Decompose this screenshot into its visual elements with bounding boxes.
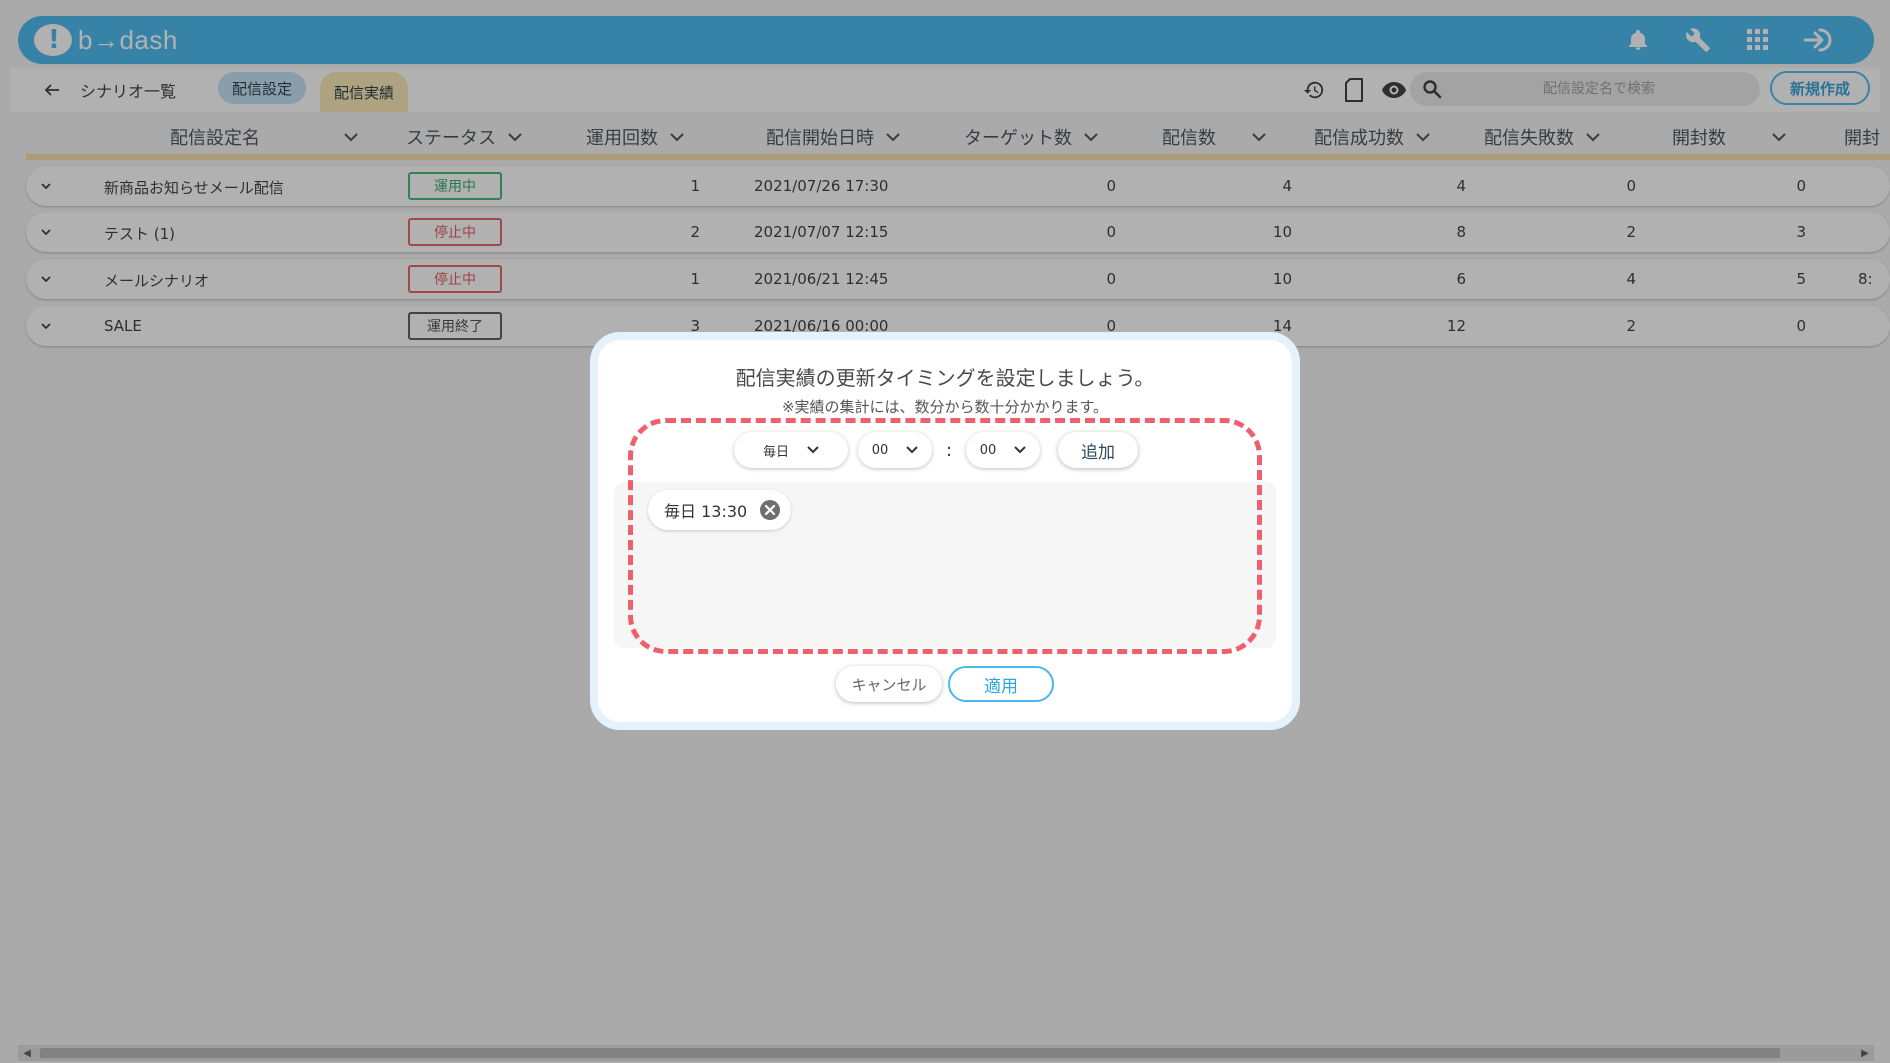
cancel-button[interactable]: キャンセル [836, 666, 942, 702]
highlight-dashed-outline [628, 418, 1262, 654]
app-root: b→dash シナリオ一覧 配信設定 配信実績 [0, 0, 1890, 1063]
update-timing-modal: 配信実績の更新タイミングを設定しましょう。 ※実績の集計には、数分から数十分かか… [590, 332, 1300, 730]
apply-button[interactable]: 適用 [948, 666, 1054, 702]
modal-actions: キャンセル 適用 [598, 666, 1292, 702]
modal-note: ※実績の集計には、数分から数十分かかります。 [781, 398, 1109, 416]
modal-title: 配信実績の更新タイミングを設定しましょう。 [735, 366, 1155, 390]
